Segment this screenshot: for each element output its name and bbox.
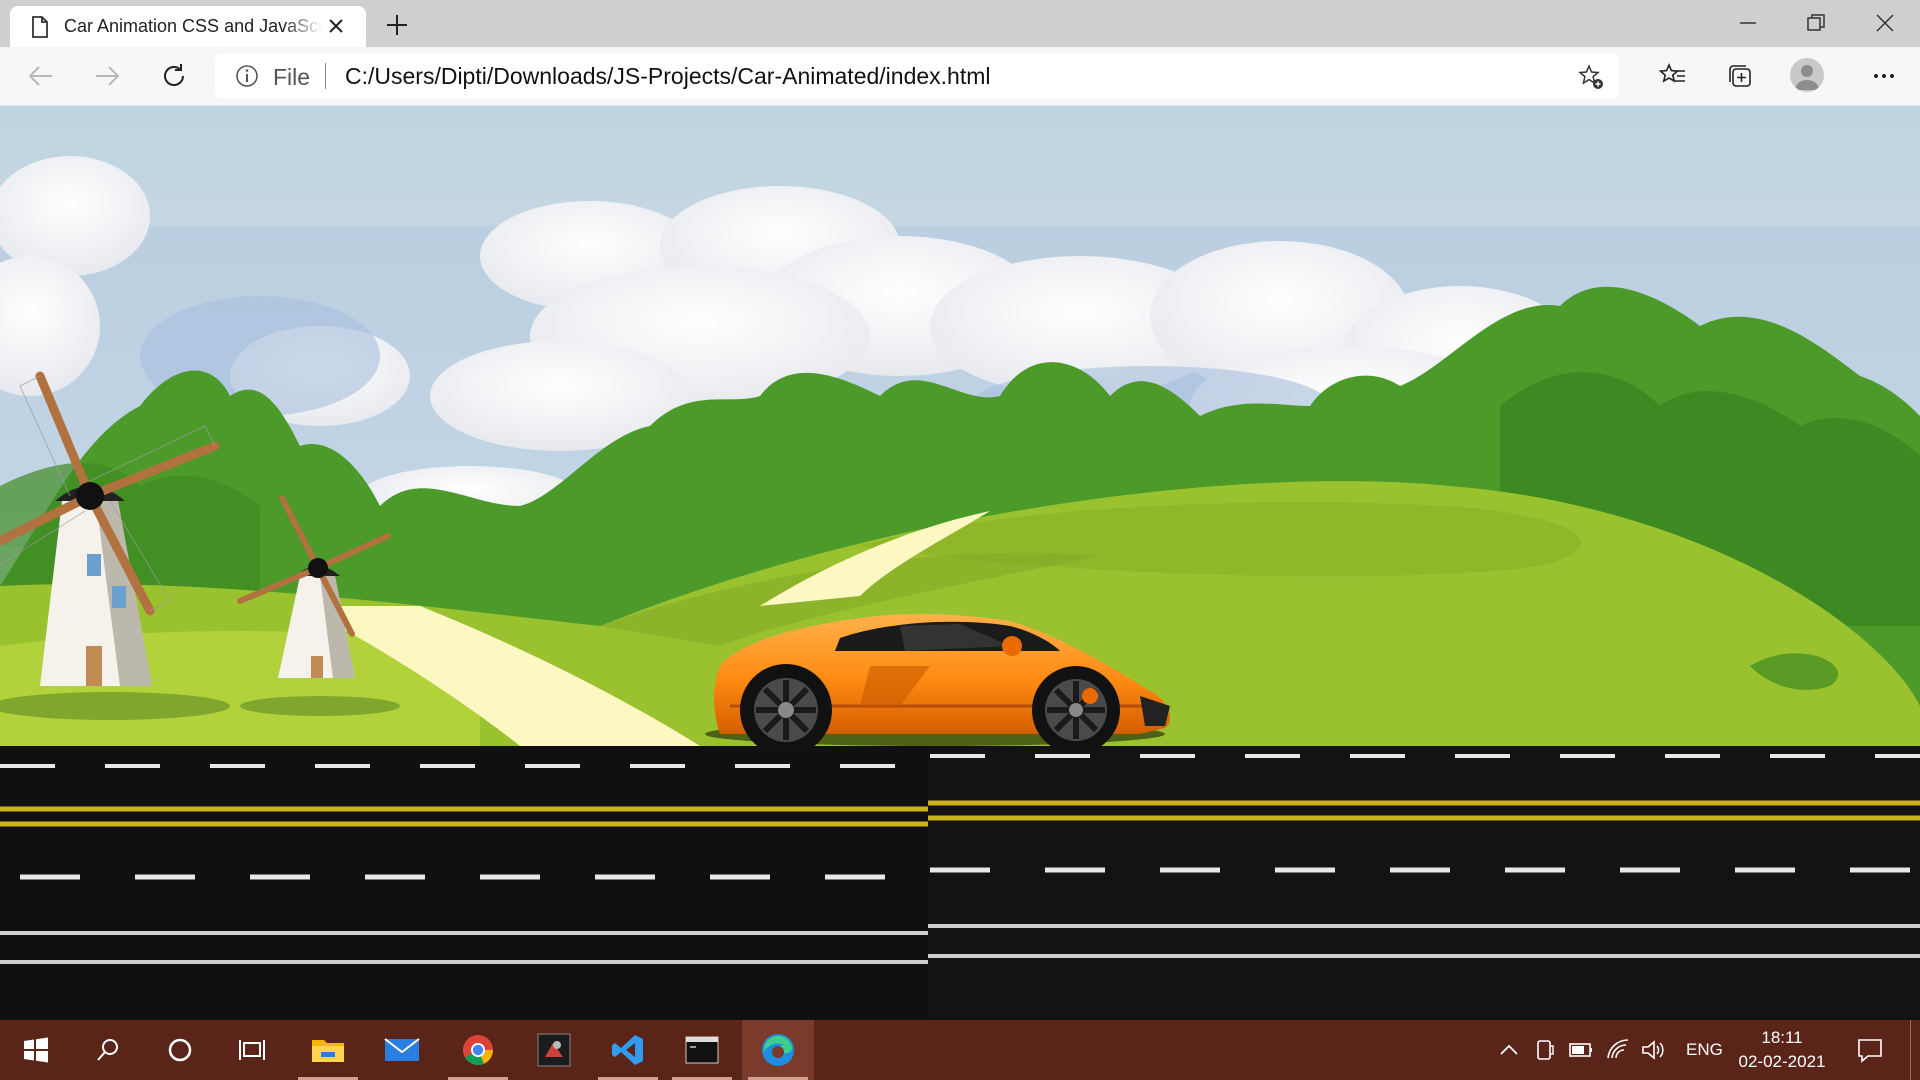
wheel-front: [1032, 666, 1120, 754]
minimize-icon[interactable]: [1735, 10, 1761, 36]
battery-icon[interactable]: [1568, 1038, 1594, 1062]
cortana-button[interactable]: [144, 1020, 216, 1080]
windows-taskbar: ENG 18:11 02-02-2021: [0, 1020, 1920, 1080]
device-icon[interactable]: [1534, 1038, 1556, 1062]
back-icon[interactable]: [26, 61, 56, 91]
page-content: [0, 106, 1920, 1020]
file-explorer-icon: [312, 1040, 344, 1062]
window-close-icon[interactable]: [1872, 10, 1898, 36]
url-text[interactable]: C:/Users/Dipti/Downloads/JS-Projects/Car…: [345, 63, 991, 90]
address-separator: [325, 63, 326, 89]
taskbar-chrome[interactable]: [442, 1020, 514, 1080]
show-desktop-divider[interactable]: [1910, 1020, 1911, 1080]
close-icon[interactable]: [328, 18, 344, 34]
tab-title: Car Animation CSS and JavaScript: [64, 16, 322, 36]
taskbar-app[interactable]: [518, 1020, 590, 1080]
road: [0, 746, 1920, 1020]
scheme-label: File: [273, 64, 311, 90]
start-button[interactable]: [0, 1020, 72, 1080]
taskbar-file-explorer[interactable]: [292, 1020, 364, 1080]
mail-icon: [384, 1038, 420, 1061]
volume-icon[interactable]: [1640, 1038, 1666, 1062]
terminal-icon: [685, 1036, 719, 1064]
windows-icon: [24, 1037, 48, 1063]
taskbar-vscode[interactable]: [592, 1020, 664, 1080]
search-icon: [97, 1039, 118, 1061]
more-icon[interactable]: [1869, 61, 1899, 91]
clock-date: 02-02-2021: [1738, 1052, 1826, 1071]
wifi-icon[interactable]: [1606, 1038, 1630, 1062]
language-indicator[interactable]: ENG: [1686, 1020, 1723, 1080]
task-view-button[interactable]: [216, 1020, 288, 1080]
taskbar-terminal[interactable]: [666, 1020, 738, 1080]
tab-strip: Car Animation CSS and JavaScript: [0, 0, 1920, 47]
info-icon[interactable]: [235, 64, 259, 88]
task-view-icon: [239, 1040, 265, 1060]
taskbar-mail[interactable]: [366, 1020, 438, 1080]
app-icon: [537, 1033, 571, 1067]
favorites-icon[interactable]: [1658, 61, 1688, 91]
notifications-icon[interactable]: [1856, 1036, 1884, 1064]
browser-toolbar: File C:/Users/Dipti/Downloads/JS-Project…: [0, 47, 1920, 106]
add-favorite-icon[interactable]: [1577, 63, 1605, 91]
vscode-icon: [612, 1035, 643, 1065]
car-animation-scene: [0, 106, 1920, 1020]
restore-icon[interactable]: [1803, 10, 1829, 36]
chevron-up-icon[interactable]: [1498, 1038, 1520, 1062]
address-bar[interactable]: File C:/Users/Dipti/Downloads/JS-Project…: [215, 54, 1619, 98]
clock-time: 18:11: [1761, 1028, 1803, 1047]
cortana-icon: [168, 1038, 192, 1062]
page-icon: [32, 15, 48, 38]
chrome-icon: [463, 1035, 493, 1065]
plus-icon[interactable]: [384, 12, 410, 38]
clock[interactable]: 18:11 02-02-2021: [1720, 1026, 1844, 1074]
search-button[interactable]: [72, 1020, 144, 1080]
edge-icon: [762, 1034, 794, 1066]
wheel-rear: [740, 664, 832, 756]
refresh-icon[interactable]: [159, 61, 189, 91]
taskbar-edge[interactable]: [742, 1020, 814, 1080]
browser-tab[interactable]: Car Animation CSS and JavaScript: [10, 6, 366, 47]
forward-icon[interactable]: [92, 61, 122, 91]
collections-icon[interactable]: [1725, 61, 1755, 91]
profile-icon[interactable]: [1790, 58, 1824, 92]
